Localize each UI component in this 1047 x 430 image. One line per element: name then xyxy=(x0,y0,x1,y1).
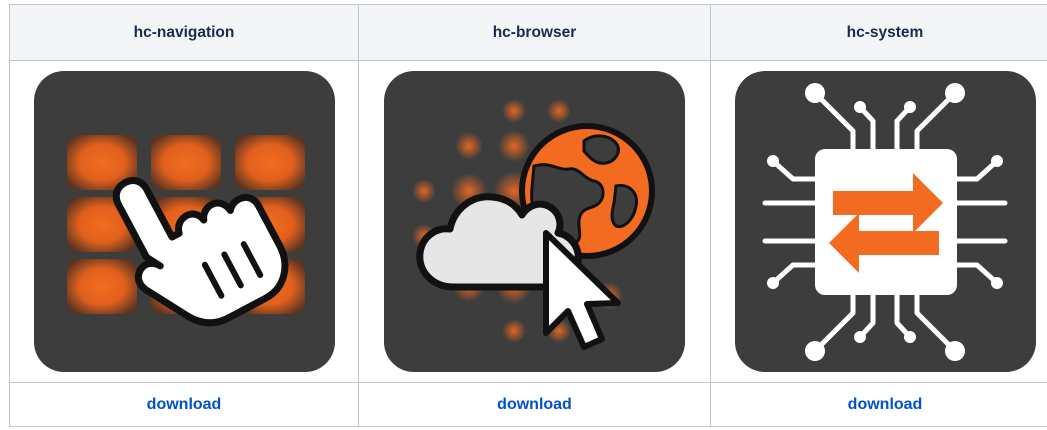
icon-row xyxy=(9,60,1047,383)
link-cell-hc-browser: download xyxy=(358,382,711,427)
column-header-hc-system: hc-system xyxy=(710,4,1047,61)
column-header-hc-browser: hc-browser xyxy=(358,4,711,61)
download-link-hc-navigation[interactable]: download xyxy=(147,396,222,413)
icon-cell-hc-navigation xyxy=(9,60,359,383)
cloud-globe-cursor-icon xyxy=(384,71,685,372)
link-cell-hc-navigation: download xyxy=(9,382,359,427)
download-link-hc-browser[interactable]: download xyxy=(497,396,572,413)
header-row: hc-navigation hc-browser hc-system xyxy=(9,4,1047,61)
download-link-hc-system[interactable]: download xyxy=(848,396,923,413)
chip-arrows-icon xyxy=(734,71,1036,372)
hand-pointer-grid-icon xyxy=(33,71,335,372)
link-cell-hc-system: download xyxy=(710,382,1047,427)
column-header-hc-navigation: hc-navigation xyxy=(9,4,359,61)
apps-table: hc-navigation hc-browser hc-system downl… xyxy=(9,4,1047,427)
icon-cell-hc-system xyxy=(710,60,1047,383)
icon-cell-hc-browser xyxy=(358,60,711,383)
link-row: download download download xyxy=(9,382,1047,427)
